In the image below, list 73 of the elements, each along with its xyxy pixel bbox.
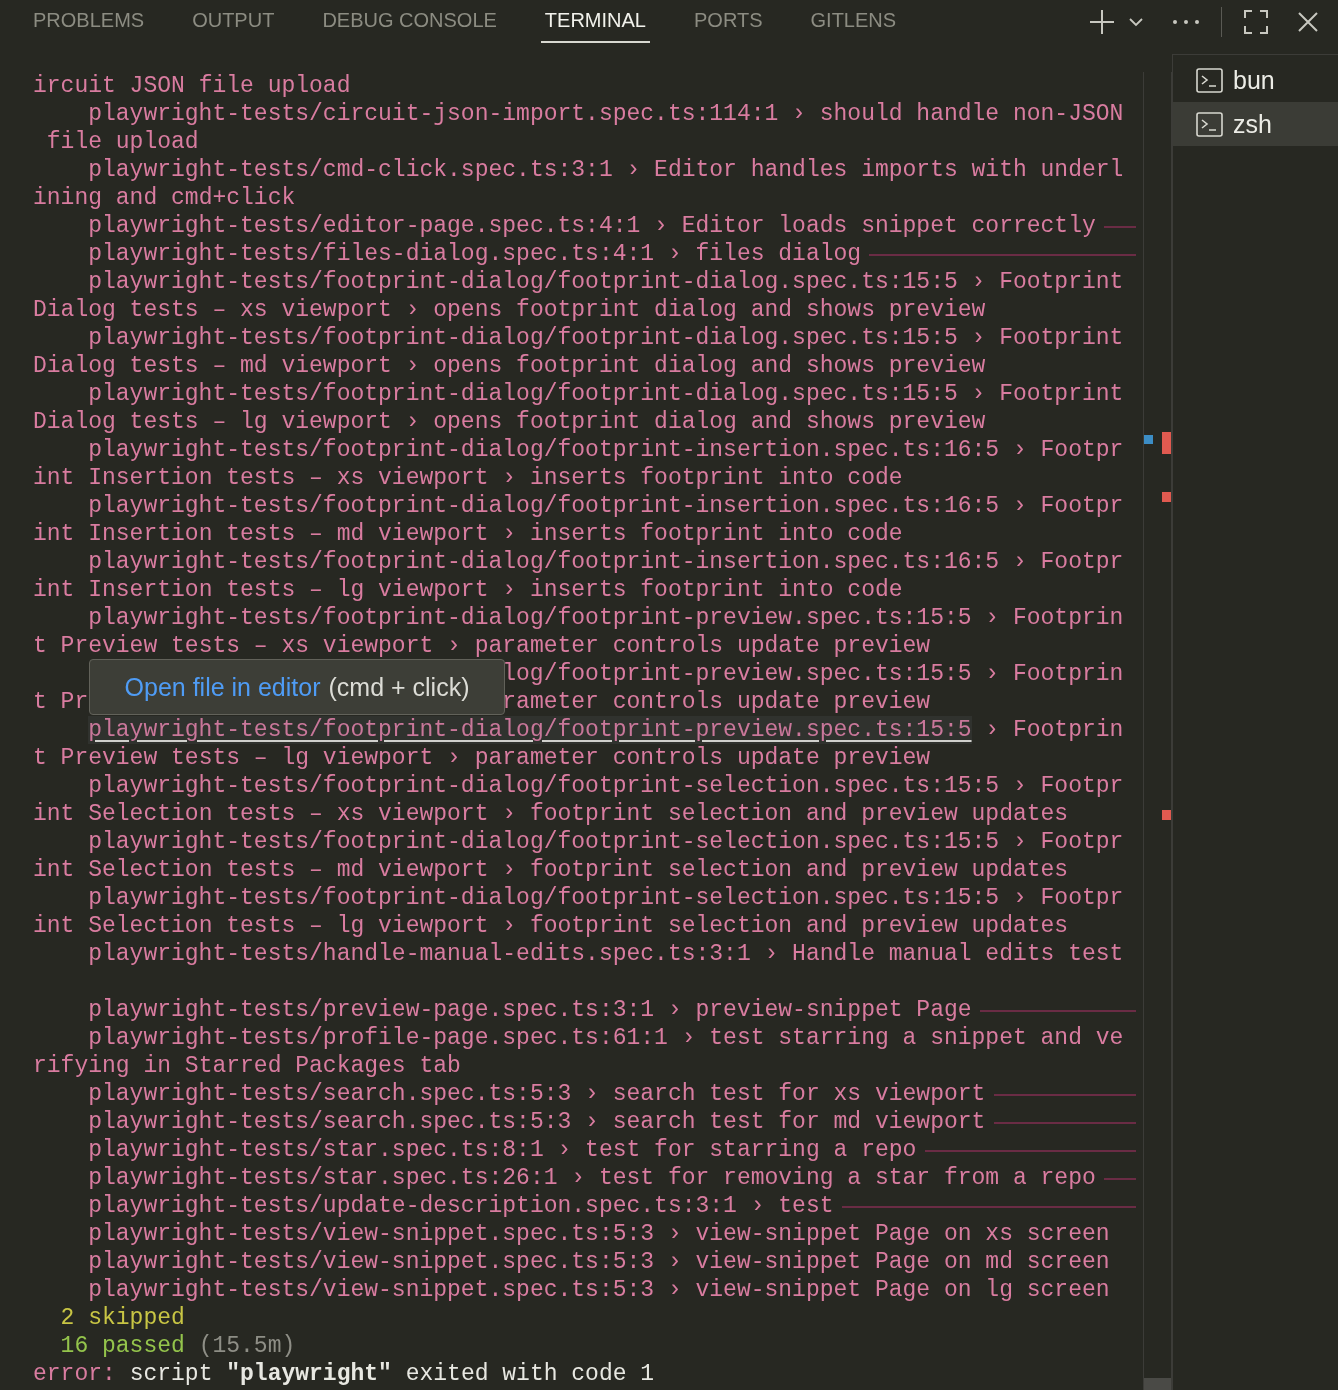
output-line: › Footprin xyxy=(984,716,1124,744)
maximize-icon[interactable] xyxy=(1244,10,1268,34)
output-line: playwright-tests/footprint-dialog/footprint-selection.spec.ts:15:5 › Footpr xyxy=(88,884,1124,912)
output-line: 16 passed xyxy=(60,1332,185,1360)
output-line: playwright-tests/circuit-json-import.spec.ts:114:1 › should handle non-JSON xyxy=(88,100,1124,128)
output-line: int Selection tests – lg viewport › footprint selection and preview updates xyxy=(33,912,1069,940)
output-line: int Insertion tests – lg viewport › inserts footprint into code xyxy=(33,576,903,604)
output-line: playwright-tests/search.spec.ts:5:3 › search test for xs viewport xyxy=(88,1080,986,1108)
more-icon[interactable] xyxy=(1173,20,1199,24)
plus-icon[interactable] xyxy=(1089,9,1115,35)
output-line: playwright-tests/update-description.spec.ts:3:1 › test xyxy=(88,1192,834,1220)
output-line: rifying in Starred Packages tab xyxy=(33,1052,461,1080)
scrollbar-thumb[interactable] xyxy=(1144,1378,1171,1390)
output-line: t Preview tests – lg viewport › parameter controls update preview xyxy=(33,744,931,772)
output-line: playwright-tests/footprint-dialog/footprint-insertion.spec.ts:16:5 › Footpr xyxy=(88,492,1124,520)
output-line: playwright-tests/footprint-dialog/footprint-preview.spec.ts:15:5 › Footprin xyxy=(88,604,1124,632)
output-line: rameter controls update preview xyxy=(502,688,931,716)
panel-tab[interactable]: PROBLEMS xyxy=(29,0,149,43)
output-line: playwright-tests/profile-page.spec.ts:61:1 › test starring a snippet and ve xyxy=(88,1024,1124,1052)
output-line: playwright-tests/view-snippet.spec.ts:5:3 › view-snippet Page on xs screen xyxy=(88,1220,1110,1248)
output-line: playwright-tests/footprint-dialog/footprint-dialog.spec.ts:15:5 › Footprint xyxy=(88,324,1124,352)
output-line: playwright-tests/star.spec.ts:26:1 › test for removing a star from a repo xyxy=(88,1164,1096,1192)
output-line: t Pr xyxy=(33,688,89,716)
output-line: playwright-tests/files-dialog.spec.ts:4:1 › files dialog xyxy=(88,240,862,268)
output-line: script "playwright" exited with code 1 xyxy=(128,1360,655,1388)
open-file-link[interactable]: Open file in editor xyxy=(124,673,321,701)
panel-tab[interactable]: OUTPUT xyxy=(188,0,279,43)
output-line: playwright-tests/footprint-dialog/footprint-dialog.spec.ts:15:5 › Footprint xyxy=(88,380,1124,408)
output-line: playwright-tests/cmd-click.spec.ts:3:1 › Editor handles imports with underl xyxy=(88,156,1124,184)
output-line: ining and cmd+click xyxy=(33,184,296,212)
output-line: playwright-tests/star.spec.ts:8:1 › test for starring a repo xyxy=(88,1136,917,1164)
chevron-down-icon[interactable] xyxy=(1129,17,1143,27)
panel-tab[interactable]: TERMINAL xyxy=(540,0,650,43)
terminal-icon xyxy=(1196,111,1223,137)
close-icon[interactable] xyxy=(1298,12,1318,32)
output-line: Dialog tests – md viewport › opens footprint dialog and shows preview xyxy=(33,352,986,380)
output-line: int Selection tests – md viewport › footprint selection and preview updates xyxy=(33,856,1069,884)
output-line: int Insertion tests – xs viewport › inserts footprint into code xyxy=(33,464,903,492)
terminal-session[interactable]: zsh xyxy=(1173,102,1338,146)
output-line: playwright-tests/footprint-dialog/footprint-insertion.spec.ts:16:5 › Footpr xyxy=(88,548,1124,576)
terminal-icon xyxy=(1196,67,1223,93)
output-line: playwright-tests/footprint-dialog/footprint-selection.spec.ts:15:5 › Footpr xyxy=(88,828,1124,856)
output-line: Dialog tests – lg viewport › opens footprint dialog and shows preview xyxy=(33,408,986,436)
output-line: playwright-tests/preview-page.spec.ts:3:1 › preview-snippet Page xyxy=(88,996,972,1024)
output-line: playwright-tests/footprint-dialog/footprint-selection.spec.ts:15:5 › Footpr xyxy=(88,772,1124,800)
output-line: playwright-tests/search.spec.ts:5:3 › search test for md viewport xyxy=(88,1108,986,1136)
output-line: error: xyxy=(33,1360,116,1388)
output-line: file upload xyxy=(45,128,199,156)
terminal-session[interactable]: bun xyxy=(1173,58,1338,102)
overview-marker xyxy=(1162,492,1171,502)
overview-marker xyxy=(1162,432,1171,454)
output-line: playwright-tests/editor-page.spec.ts:4:1 › Editor loads snippet correctly xyxy=(88,212,1096,240)
output-line: (15.5m) xyxy=(197,1332,296,1360)
overview-marker xyxy=(1144,435,1153,444)
output-line: playwright-tests/footprint-dialog/footprint-insertion.spec.ts:16:5 › Footpr xyxy=(88,436,1124,464)
output-line: playwright-tests/view-snippet.spec.ts:5:3 › view-snippet Page on md screen xyxy=(88,1248,1110,1276)
overview-marker xyxy=(1162,810,1171,820)
output-line: playwright-tests/footprint-dialog/footprint-dialog.spec.ts:15:5 › Footprint xyxy=(88,268,1124,296)
output-line: int Insertion tests – md viewport › inserts footprint into code xyxy=(33,520,903,548)
panel-tab[interactable]: GITLENS xyxy=(806,0,901,43)
output-line: int Selection tests – xs viewport › footprint selection and preview updates xyxy=(33,800,1069,828)
scrollbar[interactable] xyxy=(1143,72,1172,1390)
output-line: log/footprint-preview.spec.ts:15:5 › Footprin xyxy=(502,660,1124,688)
output-line: playwright-tests/view-snippet.spec.ts:5:3 › view-snippet Page on lg screen xyxy=(88,1276,1110,1304)
output-line: 2 skipped xyxy=(60,1304,185,1332)
output-line: Dialog tests – xs viewport › opens footprint dialog and shows preview xyxy=(33,296,986,324)
output-line: ircuit JSON file upload xyxy=(33,72,351,100)
file-link[interactable]: playwright-tests/footprint-dialog/footprint-preview.spec.ts:15:5 xyxy=(88,716,972,744)
panel-tab[interactable]: DEBUG CONSOLE xyxy=(318,0,501,43)
tooltip-hint: (cmd + click) xyxy=(328,673,470,701)
output-line: playwright-tests/handle-manual-edits.spec.ts:3:1 › Handle manual edits test xyxy=(88,940,1124,968)
panel-tab[interactable]: PORTS xyxy=(690,0,767,43)
output-line: t Preview tests – xs viewport › parameter controls update preview xyxy=(33,632,931,660)
